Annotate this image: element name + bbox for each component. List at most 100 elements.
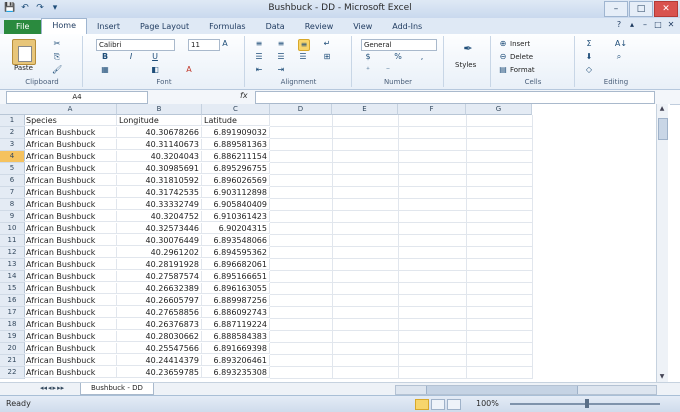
cell-c14[interactable]: 6.895166651: [202, 271, 270, 282]
cell-b3[interactable]: 40.31140673: [117, 139, 202, 150]
cell-a8[interactable]: African Bushbuck: [24, 199, 117, 210]
formula-input[interactable]: [255, 91, 655, 104]
cell-empty[interactable]: [466, 247, 533, 259]
select-all-corner[interactable]: [0, 104, 25, 115]
cell-empty[interactable]: [398, 295, 467, 307]
comma-button[interactable]: ,: [417, 52, 427, 62]
cell-empty[interactable]: [466, 319, 533, 331]
cell-empty[interactable]: [332, 295, 399, 307]
row-header-11[interactable]: 11: [0, 235, 25, 247]
cell-empty[interactable]: [270, 283, 333, 295]
cell-c11[interactable]: 6.893548066: [202, 235, 270, 246]
cell-a13[interactable]: African Bushbuck: [24, 259, 117, 270]
cell-b17[interactable]: 40.27658856: [117, 307, 202, 318]
insert-cells-label[interactable]: Insert: [510, 40, 530, 48]
cell-empty[interactable]: [398, 283, 467, 295]
cell-a1[interactable]: Species: [24, 115, 117, 126]
zoom-slider-thumb[interactable]: [585, 399, 589, 408]
cell-empty[interactable]: [466, 235, 533, 247]
cell-empty[interactable]: [332, 331, 399, 343]
cell-c15[interactable]: 6.896163055: [202, 283, 270, 294]
styles-icon[interactable]: ✒: [461, 42, 475, 56]
tab-data[interactable]: Data: [256, 20, 295, 34]
cell-empty[interactable]: [332, 235, 399, 247]
merge-center-icon[interactable]: ⊞: [322, 52, 332, 62]
format-cells-label[interactable]: Format: [510, 66, 535, 74]
cell-empty[interactable]: [332, 115, 399, 127]
cell-empty[interactable]: [270, 307, 333, 319]
cell-empty[interactable]: [332, 259, 399, 271]
format-cells-icon[interactable]: ▤: [498, 65, 508, 75]
row-header-6[interactable]: 6: [0, 175, 25, 187]
maximize-button[interactable]: □: [629, 1, 653, 17]
fill-icon[interactable]: ⬇: [584, 52, 594, 62]
cell-empty[interactable]: [466, 259, 533, 271]
wrap-text-icon[interactable]: ↵: [322, 39, 332, 49]
cell-a17[interactable]: African Bushbuck: [24, 307, 117, 318]
cell-empty[interactable]: [332, 307, 399, 319]
worksheet-grid[interactable]: A B C D E F G 1 Species Longitude Latitude 2 African…: [0, 104, 670, 386]
tab-file[interactable]: File: [4, 20, 42, 34]
tab-home[interactable]: Home: [41, 18, 88, 34]
cell-c17[interactable]: 6.886092743: [202, 307, 270, 318]
cell-a7[interactable]: African Bushbuck: [24, 187, 117, 198]
paste-icon[interactable]: [12, 39, 36, 65]
cell-empty[interactable]: [466, 271, 533, 283]
page-layout-view-icon[interactable]: [431, 399, 445, 410]
cell-empty[interactable]: [466, 151, 533, 163]
cell-empty[interactable]: [398, 247, 467, 259]
cell-empty[interactable]: [332, 139, 399, 151]
cell-empty[interactable]: [270, 295, 333, 307]
row-header-10[interactable]: 10: [0, 223, 25, 235]
cell-a10[interactable]: African Bushbuck: [24, 223, 117, 234]
row-header-15[interactable]: 15: [0, 283, 25, 295]
cell-c22[interactable]: 6.893235308: [202, 367, 270, 378]
cell-b7[interactable]: 40.31742535: [117, 187, 202, 198]
cell-empty[interactable]: [332, 199, 399, 211]
cell-empty[interactable]: [270, 319, 333, 331]
cell-c6[interactable]: 6.896026569: [202, 175, 270, 186]
row-header-2[interactable]: 2: [0, 127, 25, 139]
tab-page-layout[interactable]: Page Layout: [130, 20, 199, 34]
cell-c13[interactable]: 6.896682061: [202, 259, 270, 270]
cell-empty[interactable]: [270, 247, 333, 259]
cell-c2[interactable]: 6.891909032: [202, 127, 270, 138]
cell-b6[interactable]: 40.31810592: [117, 175, 202, 186]
cell-empty[interactable]: [270, 343, 333, 355]
decrease-indent-icon[interactable]: ⇤: [254, 65, 264, 75]
column-header-a[interactable]: A: [24, 104, 117, 115]
ribbon-minimize-icon[interactable]: ▴: [627, 20, 637, 30]
format-painter-icon[interactable]: 🖌: [52, 65, 62, 75]
row-header-18[interactable]: 18: [0, 319, 25, 331]
scroll-up-icon[interactable]: ▲: [657, 104, 667, 114]
cell-empty[interactable]: [466, 223, 533, 235]
cell-c12[interactable]: 6.894595362: [202, 247, 270, 258]
tab-view[interactable]: View: [343, 20, 382, 34]
cell-a14[interactable]: African Bushbuck: [24, 271, 117, 282]
horizontal-scrollbar[interactable]: [395, 385, 657, 395]
cell-empty[interactable]: [332, 283, 399, 295]
tab-formulas[interactable]: Formulas: [199, 20, 256, 34]
cell-empty[interactable]: [466, 355, 533, 367]
cell-empty[interactable]: [332, 127, 399, 139]
cell-c9[interactable]: 6.910361423: [202, 211, 270, 222]
row-header-3[interactable]: 3: [0, 139, 25, 151]
align-left-icon[interactable]: ☰: [254, 52, 264, 62]
column-header-b[interactable]: B: [117, 104, 202, 115]
help-icon[interactable]: ?: [614, 20, 624, 30]
cell-b16[interactable]: 40.26605797: [117, 295, 202, 306]
grow-font-icon[interactable]: A: [220, 39, 230, 49]
cell-empty[interactable]: [398, 151, 467, 163]
cell-empty[interactable]: [332, 223, 399, 235]
cell-empty[interactable]: [332, 355, 399, 367]
scroll-down-icon[interactable]: ▼: [657, 372, 667, 382]
insert-function-icon[interactable]: fx: [240, 91, 248, 100]
cell-empty[interactable]: [332, 187, 399, 199]
cell-empty[interactable]: [270, 331, 333, 343]
italic-button[interactable]: I: [126, 52, 136, 62]
cell-empty[interactable]: [398, 331, 467, 343]
cell-c18[interactable]: 6.887119224: [202, 319, 270, 330]
cell-empty[interactable]: [398, 175, 467, 187]
vertical-scroll-thumb[interactable]: [658, 118, 668, 140]
cell-empty[interactable]: [270, 151, 333, 163]
